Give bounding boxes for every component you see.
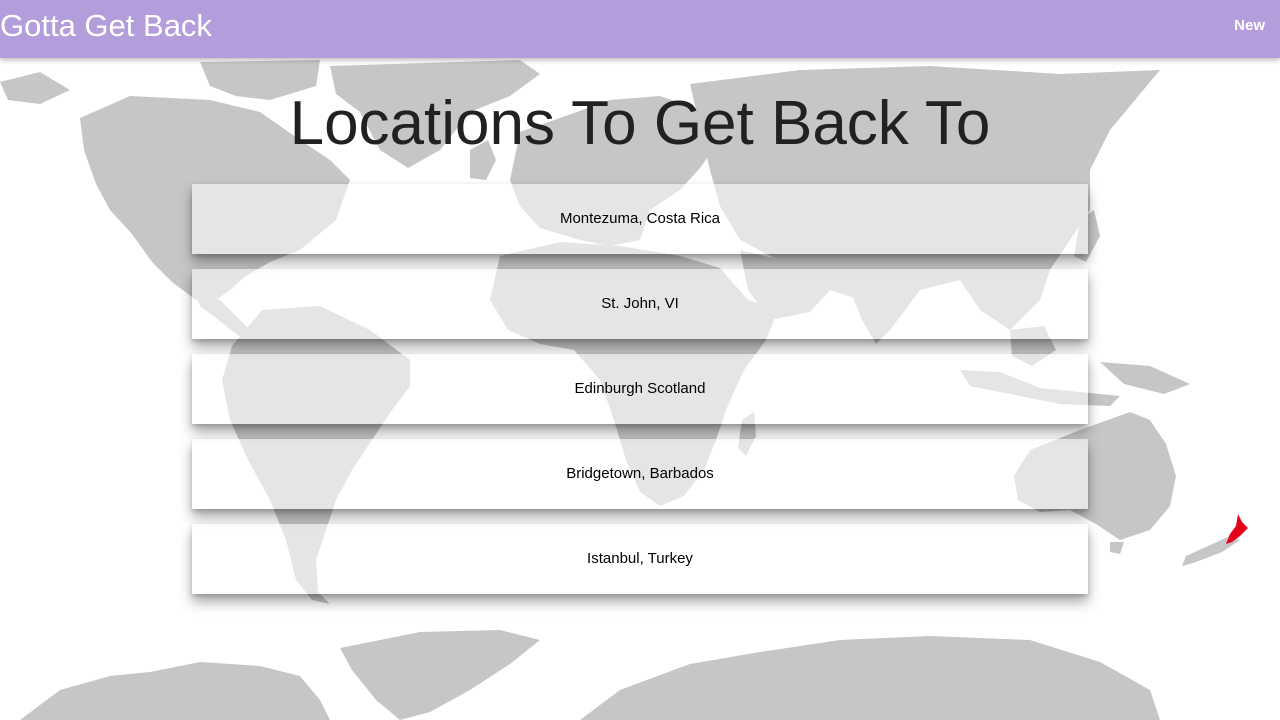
location-card-label: Montezuma, Costa Rica: [559, 210, 721, 227]
location-card[interactable]: Edinburgh Scotland: [192, 354, 1088, 424]
page: Gotta Get Back New Locations To Get Back…: [0, 0, 1280, 720]
page-title: Locations To Get Back To: [289, 89, 991, 158]
location-list: Montezuma, Costa Rica St. John, VI Edinb…: [192, 184, 1088, 609]
location-card-label: St. John, VI: [601, 295, 679, 312]
location-card[interactable]: Istanbul, Turkey: [192, 524, 1088, 594]
location-card-label: Istanbul, Turkey: [587, 550, 693, 567]
bottom-land-greenland-shape: [340, 630, 540, 720]
new-location-link[interactable]: New: [1234, 16, 1265, 36]
tasmania-shape: [1110, 542, 1124, 554]
location-card-label: Edinburgh Scotland: [574, 380, 706, 397]
location-card-label: Bridgetown, Barbados: [566, 465, 714, 482]
top-navbar: Gotta Get Back New: [0, 0, 1280, 58]
location-card[interactable]: St. John, VI: [192, 269, 1088, 339]
location-card[interactable]: Bridgetown, Barbados: [192, 439, 1088, 509]
location-card[interactable]: Montezuma, Costa Rica: [192, 184, 1088, 254]
brand-logo-link[interactable]: Gotta Get Back: [0, 6, 212, 46]
bottom-land-right-shape: [580, 636, 1160, 720]
bottom-land-left-shape: [20, 662, 330, 720]
new-guinea-shape: [1100, 362, 1190, 394]
